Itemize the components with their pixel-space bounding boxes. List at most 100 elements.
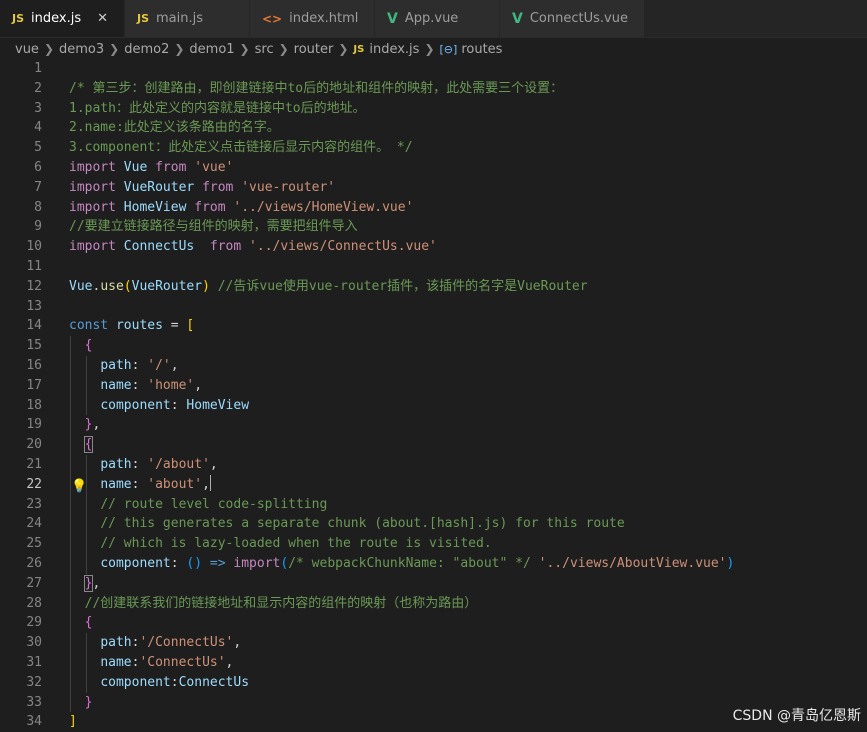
- code-token: from: [209, 239, 242, 255]
- code-token: // route level code-splitting: [100, 496, 328, 512]
- tab-index-js[interactable]: JS index.js ✕: [0, 0, 125, 37]
- code-token: {: [84, 615, 93, 631]
- code-line[interactable]: 9 //要建立链接路径与组件的映射，需要把组件导入: [0, 217, 867, 237]
- line-number: 10: [26, 239, 42, 255]
- code-token: '/ConnectUs': [139, 635, 234, 651]
- line-number: 18: [26, 397, 42, 413]
- breadcrumb-item[interactable]: router: [294, 42, 334, 57]
- tab-main-js[interactable]: JS main.js: [125, 0, 250, 37]
- tab-index-html[interactable]: <> index.html: [250, 0, 375, 37]
- code-token: import: [69, 160, 116, 175]
- code-token: :: [131, 457, 148, 472]
- code-token: component: [100, 674, 171, 690]
- line-number: 25: [26, 536, 42, 552]
- code-line[interactable]: 4 2.name:此处定义该条路由的名字。: [0, 118, 867, 138]
- code-token: :: [131, 358, 148, 373]
- code-line[interactable]: 30 path:'/ConnectUs',: [0, 633, 867, 653]
- breadcrumb-item[interactable]: demo2: [124, 42, 169, 57]
- code-token: 'about': [147, 476, 203, 492]
- code-line[interactable]: 20 {: [0, 435, 867, 455]
- breadcrumb-item[interactable]: routes: [461, 42, 502, 57]
- code-line[interactable]: 24 // this generates a separate chunk (a…: [0, 514, 867, 535]
- code-line[interactable]: 11: [0, 257, 867, 277]
- code-token: ,: [92, 575, 101, 591]
- code-line[interactable]: 23 // route level code-splitting: [0, 494, 867, 515]
- vue-file-icon: V: [512, 10, 523, 27]
- code-line[interactable]: 5 3.component：此处定义点击链接后显示内容的组件。 */: [0, 138, 867, 158]
- code-line[interactable]: 15 {: [0, 336, 867, 356]
- html-file-icon: <>: [262, 11, 283, 26]
- code-line[interactable]: 10 import ConnectUs from '../views/Connec…: [0, 237, 867, 257]
- tab-connectus-vue[interactable]: V ConnectUs.vue: [500, 0, 645, 37]
- code-token: ): [202, 278, 210, 294]
- breadcrumb-item[interactable]: src: [255, 42, 274, 57]
- line-number: 31: [26, 655, 42, 670]
- code-line[interactable]: 6 import Vue from 'vue': [0, 158, 867, 178]
- code-line[interactable]: 14 const routes = [: [0, 316, 867, 336]
- editor-tab-bar: JS index.js ✕ JS main.js <> index.html V App.vue…: [0, 0, 867, 38]
- code-line[interactable]: 17 name: 'home',: [0, 375, 867, 396]
- code-line[interactable]: 28 //创建联系我们的链接地址和显示内容的组件的映射（也称为路由）: [0, 593, 867, 614]
- watermark: CSDN @青岛亿恩斯: [732, 708, 861, 724]
- code-line[interactable]: 26 component: () => import(/* webpackChu…: [0, 554, 867, 574]
- code-line[interactable]: 22 name: 'about', 💡: [0, 474, 867, 495]
- code-text: {: [69, 435, 94, 455]
- code-line[interactable]: 8 import HomeView from '../views/HomeView…: [0, 198, 867, 218]
- code-text: },: [69, 574, 100, 594]
- code-token: '../views/HomeView.vue': [233, 199, 414, 215]
- line-number: 9: [34, 219, 42, 235]
- breadcrumb-item[interactable]: vue: [15, 42, 39, 57]
- code-line[interactable]: 19 },: [0, 415, 867, 436]
- code-line[interactable]: 18 component: HomeView: [0, 395, 867, 416]
- code-token: ,: [170, 358, 179, 373]
- code-token: 3.component：此处定义点击链接后显示内容的组件。 */: [69, 140, 413, 156]
- code-token: name: [100, 476, 132, 492]
- chevron-right-icon: ❯: [174, 42, 185, 56]
- breadcrumb-item[interactable]: demo1: [189, 42, 234, 57]
- code-line[interactable]: 27 },: [0, 573, 867, 594]
- code-token: '../views/AboutView.vue': [538, 556, 727, 571]
- code-token: Vue: [123, 160, 148, 175]
- code-line[interactable]: 31 name:'ConnectUs',: [0, 653, 867, 673]
- code-editor[interactable]: 1 2/* 第三步：创建路由，即创建链接中to后的地址和组件的映射，此处需要三个设…: [0, 58, 867, 731]
- code-line[interactable]: 29 {: [0, 613, 867, 634]
- code-token: (): [186, 556, 203, 571]
- code-token: import: [69, 179, 116, 195]
- code-line[interactable]: 2 /* 第三步：创建路由，即创建链接中to后的地址和组件的映射，此处需要三个设置…: [0, 79, 867, 99]
- code-line[interactable]: 1: [0, 59, 867, 79]
- code-text: path: '/',: [69, 356, 179, 376]
- code-line[interactable]: 21 path: '/about',: [0, 455, 867, 475]
- line-number: 23: [26, 496, 42, 512]
- code-line[interactable]: 13: [0, 297, 867, 317]
- code-text: 1.path：此处定义的内容就是链接中to后的地址。: [69, 99, 366, 119]
- code-text: path:'/ConnectUs',: [69, 633, 241, 653]
- code-token: component: [100, 397, 171, 413]
- code-token: VueRouter: [131, 278, 203, 294]
- breadcrumb-item[interactable]: index.js: [369, 42, 419, 57]
- code-token: import: [233, 556, 281, 571]
- breadcrumb-item[interactable]: demo3: [59, 42, 104, 57]
- code-line[interactable]: 25 // which is lazy-loaded when the rout…: [0, 534, 867, 554]
- tab-app-vue[interactable]: V App.vue: [375, 0, 500, 37]
- line-number: 12: [26, 278, 42, 294]
- code-text: component: HomeView: [69, 396, 249, 416]
- code-line[interactable]: 3 1.path：此处定义的内容就是链接中to后的地址。: [0, 99, 867, 119]
- line-number: 22: [26, 476, 42, 492]
- code-line[interactable]: 16 path: '/',: [0, 356, 867, 376]
- code-line[interactable]: 7 import VueRouter from 'vue-router': [0, 178, 867, 198]
- close-icon[interactable]: ✕: [97, 11, 108, 26]
- code-token: ,: [194, 377, 203, 393]
- code-line[interactable]: 32 component:ConnectUs: [0, 672, 867, 693]
- code-line[interactable]: 12 Vue.use(VueRouter) //告诉vue使用vue-router…: [0, 277, 867, 297]
